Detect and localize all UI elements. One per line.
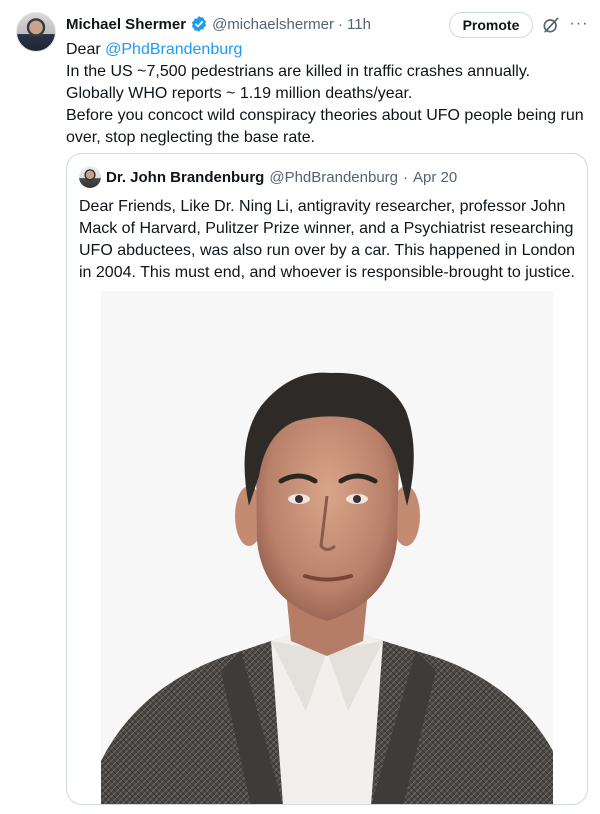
author-handle[interactable]: @michaelshermer [212, 16, 334, 33]
dot-separator: · [338, 15, 343, 33]
quoted-timestamp[interactable]: Apr 20 [413, 169, 457, 186]
quoted-author-handle[interactable]: @PhdBrandenburg [269, 169, 398, 186]
quoted-tweet-text: Dear Friends, Like Dr. Ning Li, antigrav… [79, 198, 576, 281]
quoted-tweet-photo[interactable] [101, 291, 553, 804]
verified-badge-icon [192, 16, 207, 32]
quoted-author-name[interactable]: Dr. John Brandenburg [106, 169, 264, 186]
quoted-tweet-header: Dr. John Brandenburg @PhdBrandenburg · A… [79, 166, 457, 188]
author-name[interactable]: Michael Shermer [66, 16, 186, 33]
grok-icon[interactable] [541, 15, 561, 35]
quoted-author-avatar[interactable] [79, 166, 101, 188]
tweet-timestamp[interactable]: 11h [347, 16, 371, 33]
quoted-dot-separator: · [403, 168, 408, 186]
author-avatar[interactable] [16, 12, 56, 52]
tweet-header: Michael Shermer @michaelshermer · 11h [66, 12, 371, 36]
tweet-body: Dear @PhdBrandenburg In the US ~7,500 pe… [66, 39, 588, 149]
greeting-prefix: Dear [66, 41, 106, 58]
tweet-greeting: Dear @PhdBrandenburg [66, 39, 588, 61]
promote-button[interactable]: Promote [449, 12, 533, 38]
quoted-tweet-card[interactable]: Dr. John Brandenburg @PhdBrandenburg · A… [66, 153, 588, 805]
mention-link[interactable]: @PhdBrandenburg [105, 41, 242, 58]
tweet-line-1: In the US ~7,500 pedestrians are killed … [66, 63, 531, 102]
portrait-image [101, 291, 553, 804]
tweet-line-2: Before you concoct wild conspiracy theor… [66, 107, 584, 146]
more-options-icon[interactable]: ··· [568, 14, 590, 36]
